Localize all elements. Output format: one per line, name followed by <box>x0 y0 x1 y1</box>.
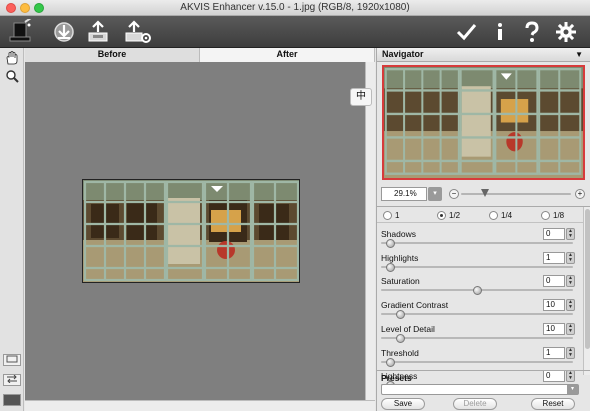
swap-view-icon[interactable] <box>3 374 21 386</box>
param-value-field[interactable]: 10 <box>543 322 565 335</box>
zoom-tool-icon[interactable] <box>4 68 20 84</box>
help-icon[interactable] <box>518 18 546 46</box>
view-tabs: Before After <box>25 48 375 62</box>
info-icon[interactable] <box>486 18 514 46</box>
param-slider-knob[interactable] <box>396 333 405 343</box>
param-stepper-icon[interactable]: ▲ ▼ <box>566 251 575 264</box>
save-preset-button[interactable]: Save <box>381 398 425 410</box>
single-view-button[interactable] <box>3 354 21 366</box>
zoom-in-button[interactable]: + <box>575 189 585 199</box>
scale-option[interactable]: 1/4 <box>489 211 512 220</box>
radio-button[interactable] <box>489 211 498 220</box>
tools-panel <box>0 48 24 411</box>
apply-check-icon[interactable] <box>452 18 480 46</box>
param-stepper-icon[interactable]: ▲ ▼ <box>566 299 575 312</box>
param-level-of-detail: Level of Detail 10 ▲ ▼ <box>381 322 579 346</box>
param-slider-knob[interactable] <box>386 262 395 272</box>
preview-window-button[interactable]: 中 <box>350 88 372 106</box>
param-label: Gradient Contrast <box>381 300 449 311</box>
param-label: Shadows <box>381 229 416 239</box>
param-label: Threshold <box>381 347 419 358</box>
param-label: Saturation <box>381 276 420 287</box>
param-slider-knob[interactable] <box>386 357 395 367</box>
batch-process-icon[interactable] <box>124 18 152 46</box>
param-value-field[interactable]: 10 <box>543 299 565 312</box>
app-window: AKVIS Enhancer v.15.0 - 1.jpg (RGB/8, 19… <box>0 0 590 411</box>
param-stepper-icon[interactable]: ▲ ▼ <box>566 228 575 240</box>
radio-button[interactable] <box>383 211 392 220</box>
navigator-header[interactable]: Navigator ▼ <box>377 48 590 62</box>
param-slider[interactable] <box>381 242 573 244</box>
navigator-collapse-icon[interactable]: ▼ <box>575 48 583 61</box>
zoom-dropdown-icon[interactable]: ▾ <box>428 187 442 201</box>
param-slider[interactable] <box>381 265 573 268</box>
window-title: AKVIS Enhancer v.15.0 - 1.jpg (RGB/8, 19… <box>180 2 410 13</box>
param-saturation: Saturation 0 ▲ ▼ <box>381 275 579 298</box>
main-toolbar <box>0 16 590 48</box>
hand-tool-icon[interactable] <box>4 50 20 66</box>
param-slider-knob[interactable] <box>473 286 482 296</box>
save-image-icon[interactable] <box>86 18 114 46</box>
param-value-field[interactable]: 1 <box>543 346 565 359</box>
scale-option-label: 1/8 <box>553 211 565 220</box>
parameters-scrollbar[interactable] <box>583 207 590 375</box>
presets-dropdown-icon[interactable]: ▾ <box>567 385 578 394</box>
presets-select[interactable]: ▾ <box>381 384 579 395</box>
background-color-swatch[interactable] <box>3 394 21 406</box>
param-value-field[interactable]: 0 <box>543 275 565 288</box>
scale-option-label: 1/4 <box>501 211 513 220</box>
param-slider[interactable] <box>381 313 573 316</box>
param-threshold: Threshold 1 ▲ ▼ <box>381 346 579 370</box>
param-stepper-icon[interactable]: ▲ ▼ <box>566 322 575 335</box>
scale-option[interactable]: 1/2 <box>437 211 460 220</box>
scale-option-label: 1/2 <box>449 211 461 220</box>
presets-section: Presets ▾ Save Delete Reset <box>377 370 590 411</box>
zoom-out-button[interactable]: − <box>449 189 459 199</box>
param-slider[interactable] <box>381 336 573 339</box>
param-value-field[interactable]: 0 <box>543 228 565 240</box>
param-value-field[interactable]: 1 <box>543 251 565 264</box>
param-gradient-contrast: Gradient Contrast 10 ▲ ▼ <box>381 299 579 322</box>
param-highlights: Highlights 1 ▲ ▼ <box>381 251 579 275</box>
parameters-scrollbar-thumb[interactable] <box>585 209 590 349</box>
scale-option-label: 1 <box>395 211 400 220</box>
radio-button[interactable] <box>541 211 550 220</box>
canvas-horizontal-scrollbar[interactable] <box>25 400 375 411</box>
param-slider[interactable] <box>381 360 573 363</box>
navigator-title: Navigator <box>382 49 424 59</box>
reset-preset-button[interactable]: Reset <box>531 398 575 410</box>
settings-panel: Navigator ▼ 29.1% ▾ − + 1 1/2 1/4 1/8 Sh… <box>376 48 590 411</box>
param-slider-knob[interactable] <box>386 239 395 248</box>
canvas-vertical-scrollbar[interactable] <box>365 62 375 400</box>
navigator-thumbnail[interactable] <box>382 65 585 180</box>
param-label: Highlights <box>381 252 419 263</box>
open-image-icon[interactable] <box>50 18 78 46</box>
top-hat-logo-icon[interactable] <box>6 18 34 46</box>
param-slider-knob[interactable] <box>396 310 405 320</box>
title-bar: AKVIS Enhancer v.15.0 - 1.jpg (RGB/8, 19… <box>0 0 590 16</box>
tab-before[interactable]: Before <box>25 48 200 62</box>
param-stepper-icon[interactable]: ▲ ▼ <box>566 346 575 359</box>
zoom-slider-knob[interactable] <box>481 189 489 197</box>
param-label: Level of Detail <box>381 323 435 334</box>
radio-button[interactable] <box>437 211 446 220</box>
zoom-level-field[interactable]: 29.1% <box>381 187 427 201</box>
settings-gear-icon[interactable] <box>552 18 580 46</box>
scale-option[interactable]: 1/8 <box>541 211 564 220</box>
presets-title: Presets <box>381 373 412 383</box>
preview-scale-group: 1 1/2 1/4 1/8 <box>377 209 583 223</box>
param-stepper-icon[interactable]: ▲ ▼ <box>566 275 575 288</box>
tab-after[interactable]: After <box>200 48 375 62</box>
zoom-slider[interactable] <box>461 189 571 197</box>
zoom-controls: 29.1% ▾ − + <box>381 186 587 202</box>
delete-preset-button[interactable]: Delete <box>453 398 497 410</box>
scale-option[interactable]: 1 <box>383 211 399 220</box>
image-preview <box>82 179 300 283</box>
param-shadows: Shadows 0 ▲ ▼ <box>381 228 579 251</box>
